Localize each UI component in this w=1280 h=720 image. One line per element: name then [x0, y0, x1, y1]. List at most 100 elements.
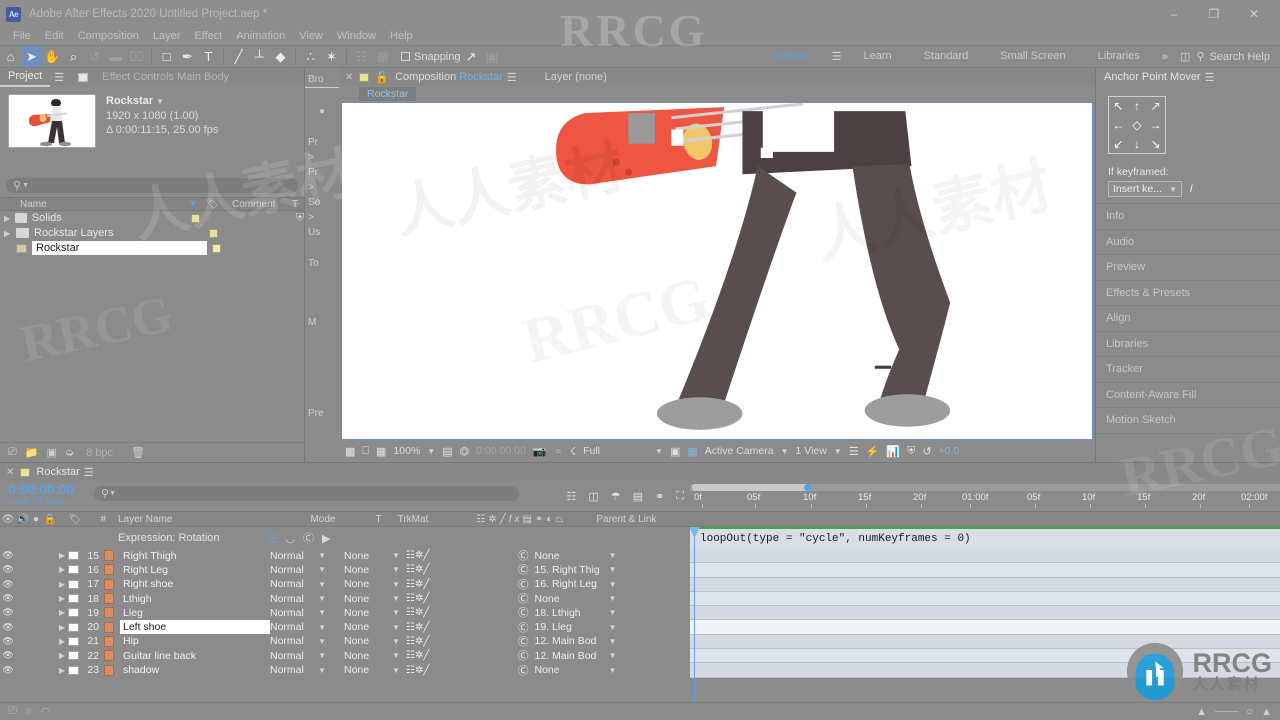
- table-row[interactable]: 👁 ▶ 22 Guitar line back Normal ▼ None ▼ ☷✲╱ Ⓒ 12. …: [0, 648, 690, 664]
- anchor-center-button[interactable]: ◇: [1128, 116, 1147, 135]
- layer-expand-arrow-icon[interactable]: ▶: [56, 651, 68, 660]
- resolution-value[interactable]: Full: [583, 445, 600, 457]
- selection-tool-icon[interactable]: ➤: [21, 46, 42, 67]
- snapping-checkbox[interactable]: [401, 52, 410, 61]
- layer-label-swatch[interactable]: [68, 651, 79, 661]
- layer-trkmat-select[interactable]: None ▼: [332, 550, 406, 562]
- layer-mode-select[interactable]: Normal ▼: [270, 621, 332, 633]
- snap-grid-icon[interactable]: ▣: [482, 46, 503, 67]
- expand-arrow-icon[interactable]: ▶: [4, 229, 16, 238]
- pickwhip-icon[interactable]: Ⓒ: [303, 530, 314, 546]
- table-row[interactable]: 👁 ▶ 15 Right Thigh Normal ▼ None ▼ ☷✲╱ Ⓒ None ▼: [0, 549, 690, 564]
- layer-parent-link[interactable]: Ⓒ 12. Main Bod ▼: [518, 648, 690, 663]
- layer-visibility-icon[interactable]: 👁: [0, 636, 16, 647]
- layer-label-swatch[interactable]: [68, 565, 79, 575]
- pickwhip-icon[interactable]: Ⓒ: [518, 663, 529, 678]
- active-camera-value[interactable]: Active Camera: [705, 445, 774, 457]
- menu-composition[interactable]: Composition: [71, 28, 146, 45]
- expression-editor[interactable]: loopOut(type = "cycle", numKeyframes = 0…: [690, 527, 1280, 549]
- layer-switches[interactable]: ☷✲╱: [406, 550, 456, 561]
- workspace-settings-icon[interactable]: ◫: [1174, 50, 1196, 63]
- comp-timecode[interactable]: 0:00:00:00: [476, 445, 526, 457]
- resolution-toggle-icon[interactable]: ▤: [442, 445, 452, 458]
- toggle-switches-modes-icon[interactable]: ⎚: [8, 705, 17, 718]
- layer-visibility-icon[interactable]: 👁: [0, 579, 16, 590]
- column-t[interactable]: T: [292, 199, 304, 210]
- layer-mode-select[interactable]: Normal ▼: [270, 635, 332, 647]
- layer-trkmat-select[interactable]: None ▼: [332, 635, 406, 647]
- layer-trkmat-select[interactable]: None ▼: [332, 593, 406, 605]
- layer-name[interactable]: Lthigh: [120, 592, 270, 606]
- pickwhip-icon[interactable]: Ⓒ: [518, 620, 529, 635]
- layer-visibility-icon[interactable]: 👁: [0, 607, 16, 618]
- panel-effects-presets[interactable]: Effects & Presets: [1096, 281, 1280, 306]
- puppet-starch-icon[interactable]: ☷: [351, 46, 372, 67]
- layer-mode-select[interactable]: Normal ▼: [270, 578, 332, 590]
- scrollbar-thumb[interactable]: [692, 484, 810, 491]
- zoom-level[interactable]: 100%: [393, 445, 420, 457]
- eraser-tool-icon[interactable]: ◆: [270, 46, 291, 67]
- workspace-menu-icon[interactable]: ☰: [826, 50, 848, 63]
- info-icon[interactable]: i: [1190, 183, 1192, 195]
- panel-align[interactable]: Align: [1096, 306, 1280, 332]
- graph-editor-toggle-icon[interactable]: ◠: [41, 705, 51, 718]
- timeline-search-input[interactable]: ⚲ ▼: [94, 486, 519, 501]
- fast-preview-icon[interactable]: ⚡: [866, 445, 880, 458]
- collapsed-row[interactable]: >: [305, 210, 339, 225]
- layer-expand-arrow-icon[interactable]: ▶: [56, 637, 68, 646]
- panel-audio[interactable]: Audio: [1096, 230, 1280, 255]
- column-layer-name[interactable]: Layer Name: [118, 514, 172, 525]
- layer-mode-select[interactable]: Normal ▼: [270, 607, 332, 619]
- expand-arrow-icon[interactable]: ▶: [4, 214, 15, 223]
- menu-edit[interactable]: Edit: [38, 28, 71, 45]
- comp-flowchart-icon[interactable]: ⚛: [24, 705, 34, 718]
- layer-trkmat-select[interactable]: None ▼: [332, 578, 406, 590]
- composition-canvas[interactable]: 人人素材 RRCG 人人素材: [341, 102, 1093, 440]
- composition-tab-label[interactable]: Composition Rockstar: [395, 71, 503, 83]
- menu-animation[interactable]: Animation: [229, 28, 292, 45]
- layer-name[interactable]: Left shoe: [120, 620, 270, 635]
- breadcrumb-item[interactable]: Rockstar: [359, 87, 417, 101]
- layer-trkmat-select[interactable]: None ▼: [332, 664, 406, 676]
- puppet-pin-tool-icon[interactable]: ✶: [321, 46, 342, 67]
- layer-expand-arrow-icon[interactable]: ▶: [56, 594, 68, 603]
- chevron-down-icon[interactable]: ▼: [834, 447, 842, 456]
- project-item-name[interactable]: Rockstar ▼: [106, 94, 218, 109]
- pickwhip-icon[interactable]: Ⓒ: [518, 562, 529, 577]
- layer-name[interactable]: Lleg: [120, 606, 270, 620]
- menu-help[interactable]: Help: [383, 28, 420, 45]
- workspace-small-screen[interactable]: Small Screen: [984, 45, 1081, 68]
- zoom-tool-icon[interactable]: ⌕: [63, 46, 84, 67]
- table-row[interactable]: 👁 ▶ 23 shadow Normal ▼ None ▼ ☷✲╱ Ⓒ None ▼: [0, 663, 690, 678]
- layer-visibility-icon[interactable]: 👁: [0, 650, 16, 661]
- current-time-display[interactable]: 0:00:00:00 00000 (25.00 fps): [0, 481, 88, 511]
- table-row[interactable]: 👁 ▶ 20 Left shoe Normal ▼ None ▼ ☷✲╱ Ⓒ 19. Lleg ▼: [0, 620, 690, 635]
- layer-switches[interactable]: ☷✲╱: [406, 665, 456, 676]
- maximize-icon[interactable]: ❐: [1194, 0, 1234, 28]
- reset-exposure-icon[interactable]: ↺: [922, 445, 931, 458]
- list-item-label[interactable]: Rockstar: [32, 241, 207, 255]
- anchor-up-left-button[interactable]: ↖: [1109, 97, 1128, 116]
- channel-rgb-icon[interactable]: ☇: [570, 445, 576, 458]
- menu-layer[interactable]: Layer: [146, 28, 188, 45]
- roto-brush-tool-icon[interactable]: ∴: [300, 46, 321, 67]
- anchor-down-button[interactable]: ↓: [1128, 134, 1147, 153]
- draft-3d-icon[interactable]: ◫: [588, 490, 598, 503]
- layer-label-swatch[interactable]: [68, 622, 79, 632]
- workspace-default[interactable]: Default: [759, 45, 826, 68]
- playhead[interactable]: [690, 527, 700, 702]
- chevron-down-icon[interactable]: ▼: [655, 447, 663, 456]
- panel-menu-icon[interactable]: ☰: [1205, 71, 1215, 84]
- pan-behind-tool-icon[interactable]: ⌧: [126, 46, 147, 67]
- zoom-in-icon[interactable]: ▲: [1261, 706, 1272, 718]
- type-tool-icon[interactable]: T: [198, 46, 219, 67]
- motion-blur-icon[interactable]: ⚭: [655, 490, 664, 503]
- expression-language-icon[interactable]: ▶: [322, 532, 330, 545]
- sort-indicator-icon[interactable]: ▼: [180, 199, 206, 210]
- panel-info[interactable]: Info: [1096, 204, 1280, 230]
- panel-preview[interactable]: Preview: [1096, 255, 1280, 281]
- pickwhip-icon[interactable]: Ⓒ: [518, 605, 529, 620]
- collapsed-row[interactable]: >: [305, 180, 339, 195]
- layer-name[interactable]: Right shoe: [120, 577, 270, 591]
- column-parent-link[interactable]: Parent & Link: [596, 514, 656, 525]
